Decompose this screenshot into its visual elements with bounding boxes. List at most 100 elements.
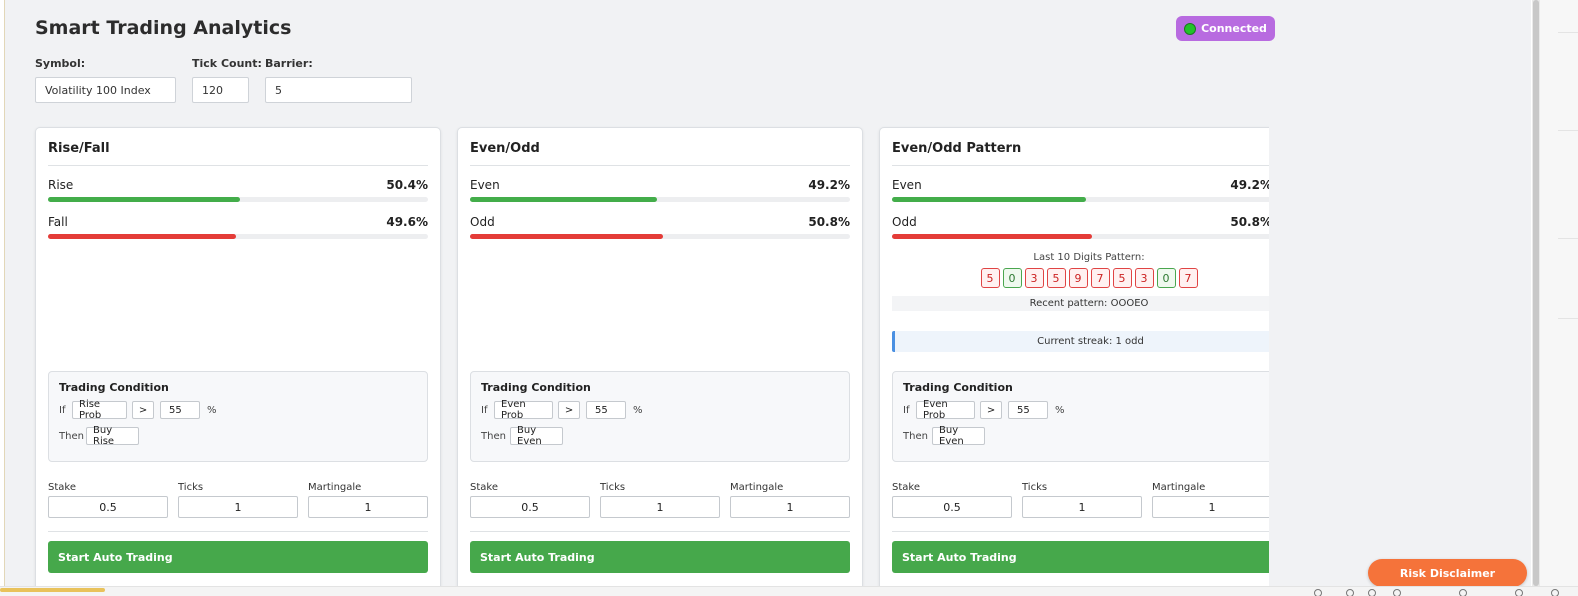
condition-threshold-input[interactable]: 55: [586, 401, 626, 419]
fall-percentage: 49.6%: [386, 215, 428, 229]
odd-progress-fill: [470, 234, 664, 239]
digit-pattern-row: 5 0 3 5 9 7 5 3 0 7: [880, 268, 1298, 288]
even-progress-bar: [892, 197, 1286, 202]
tray-icon[interactable]: [1346, 589, 1354, 596]
stake-label: Stake: [48, 482, 76, 493]
condition-action-select[interactable]: Buy Even: [932, 425, 985, 447]
current-streak-box: Current streak: 1 odd: [892, 331, 1286, 352]
martingale-input[interactable]: 1: [1152, 496, 1272, 518]
tray-icon[interactable]: [1459, 589, 1467, 596]
divider: [48, 531, 428, 532]
tray-icon[interactable]: [1515, 589, 1523, 596]
digit-chip: 5: [1046, 268, 1066, 288]
martingale-label: Martingale: [730, 482, 784, 493]
divider: [470, 531, 850, 532]
symbol-input[interactable]: [35, 77, 176, 103]
tick-count-label: Tick Count:: [192, 57, 262, 70]
even-progress-fill: [470, 197, 657, 202]
tray-icon[interactable]: [1314, 589, 1322, 596]
condition-metric-select[interactable]: Even Prob: [494, 399, 553, 421]
trading-condition-title: Trading Condition: [59, 381, 169, 394]
barrier-input[interactable]: [265, 77, 412, 103]
divider: [48, 165, 428, 166]
digit-chip: 0: [1002, 268, 1022, 288]
condition-threshold-input[interactable]: 55: [1008, 401, 1048, 419]
trading-condition-panel: Trading Condition If Even Prob > 55 % Th…: [892, 371, 1286, 462]
condition-action-select[interactable]: Buy Rise: [86, 425, 139, 447]
card-title: Rise/Fall: [48, 141, 110, 156]
martingale-label: Martingale: [308, 482, 362, 493]
condition-operator-select[interactable]: >: [132, 401, 154, 419]
side-panel: [1540, 0, 1578, 586]
scrollbar-thumb[interactable]: [1533, 0, 1539, 586]
barrier-label: Barrier:: [265, 57, 313, 70]
taskbar: [0, 586, 1578, 596]
if-label: If: [481, 405, 488, 416]
martingale-input[interactable]: 1: [308, 496, 428, 518]
odd-label: Odd: [892, 215, 917, 229]
digit-chip: 7: [1090, 268, 1110, 288]
divider: [892, 165, 1286, 166]
content-clip-mask: [1269, 120, 1531, 586]
odd-progress-bar: [892, 234, 1286, 239]
then-label: Then: [59, 431, 84, 442]
condition-operator-select[interactable]: >: [558, 401, 580, 419]
taskbar-active-indicator: [0, 588, 105, 592]
even-odd-pattern-card: Even/Odd Pattern Even 49.2% Odd 50.8% La…: [879, 127, 1299, 586]
tray-icon[interactable]: [1393, 589, 1401, 596]
start-auto-trading-button[interactable]: Start Auto Trading: [48, 541, 428, 573]
trading-condition-panel: Trading Condition If Rise Prob > 55 % Th…: [48, 371, 428, 462]
risk-disclaimer-button[interactable]: Risk Disclaimer: [1368, 559, 1527, 587]
odd-progress-bar: [470, 234, 850, 239]
condition-operator-select[interactable]: >: [980, 401, 1002, 419]
even-percentage: 49.2%: [1230, 178, 1272, 192]
divider: [470, 165, 850, 166]
fall-progress-bar: [48, 234, 428, 239]
card-title: Even/Odd: [470, 141, 540, 156]
odd-label: Odd: [470, 215, 495, 229]
even-label: Even: [470, 178, 500, 192]
stake-input[interactable]: 0.5: [892, 496, 1012, 518]
divider: [1558, 238, 1578, 239]
rise-fall-card: Rise/Fall Rise 50.4% Fall 49.6% Trading …: [35, 127, 441, 586]
last-digits-pattern-label: Last 10 Digits Pattern:: [1033, 252, 1145, 263]
ticks-input[interactable]: 1: [600, 496, 720, 518]
trading-condition-title: Trading Condition: [903, 381, 1013, 394]
divider: [892, 531, 1286, 532]
ticks-label: Ticks: [178, 482, 204, 493]
rise-percentage: 50.4%: [386, 178, 428, 192]
condition-action-select[interactable]: Buy Even: [510, 425, 563, 447]
tick-count-input[interactable]: [192, 77, 249, 103]
percent-unit: %: [1055, 405, 1065, 416]
divider: [1558, 130, 1578, 131]
digit-chip: 3: [1134, 268, 1154, 288]
start-auto-trading-button[interactable]: Start Auto Trading: [470, 541, 850, 573]
ticks-input[interactable]: 1: [178, 496, 298, 518]
tray-icon[interactable]: [1551, 589, 1559, 596]
stake-input[interactable]: 0.5: [48, 496, 168, 518]
digit-chip: 9: [1068, 268, 1088, 288]
stake-input[interactable]: 0.5: [470, 496, 590, 518]
condition-metric-select[interactable]: Even Prob: [916, 399, 975, 421]
digit-chip: 7: [1178, 268, 1198, 288]
even-odd-card: Even/Odd Even 49.2% Odd 50.8% Trading Co…: [457, 127, 863, 586]
card-title: Even/Odd Pattern: [892, 141, 1022, 156]
condition-metric-select[interactable]: Rise Prob: [72, 399, 127, 421]
even-progress-fill: [892, 197, 1086, 202]
condition-threshold-input[interactable]: 55: [160, 401, 200, 419]
symbol-label: Symbol:: [35, 57, 86, 70]
rise-progress-fill: [48, 197, 240, 202]
stake-label: Stake: [470, 482, 498, 493]
stake-label: Stake: [892, 482, 920, 493]
trading-condition-title: Trading Condition: [481, 381, 591, 394]
if-label: If: [59, 405, 66, 416]
tray-icon[interactable]: [1368, 589, 1376, 596]
martingale-input[interactable]: 1: [730, 496, 850, 518]
ticks-label: Ticks: [1022, 482, 1048, 493]
percent-unit: %: [207, 405, 217, 416]
ticks-input[interactable]: 1: [1022, 496, 1142, 518]
recent-pattern-text: Recent pattern: OOOEO: [892, 296, 1286, 311]
even-percentage: 49.2%: [808, 178, 850, 192]
if-label: If: [903, 405, 910, 416]
start-auto-trading-button[interactable]: Start Auto Trading: [892, 541, 1286, 573]
